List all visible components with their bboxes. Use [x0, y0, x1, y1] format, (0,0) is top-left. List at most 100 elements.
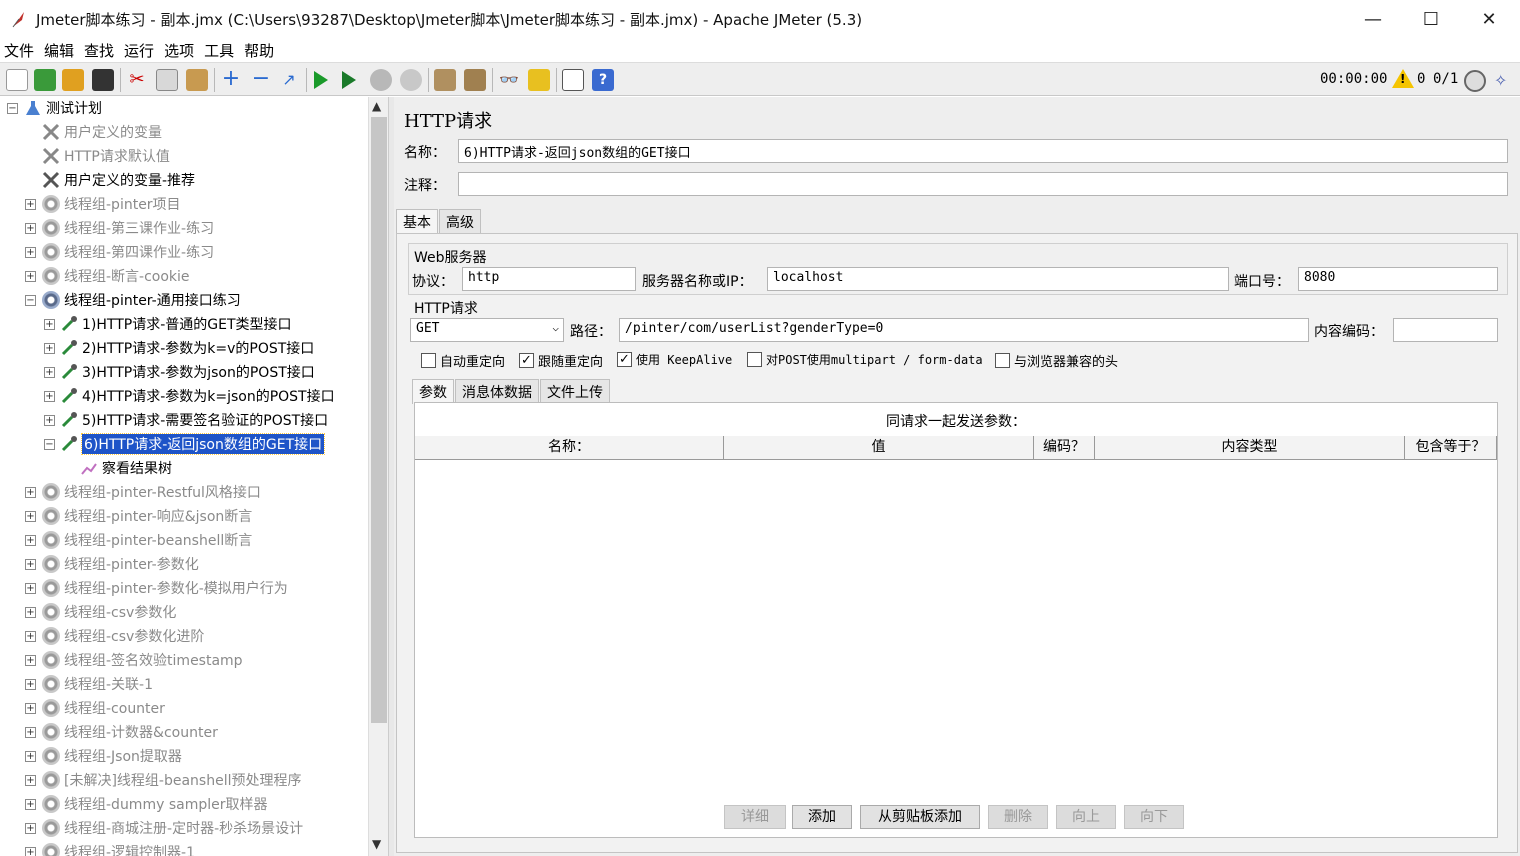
expand-toggle[interactable]: +	[25, 559, 36, 570]
tab-parameters[interactable]: 参数	[412, 379, 454, 404]
tree-item-thread-group[interactable]: 线程组-pinter-beanshell断言	[42, 529, 252, 551]
collapse-icon[interactable]: −	[250, 68, 272, 91]
delete-button[interactable]: 删除	[988, 805, 1048, 829]
move-up-button[interactable]: 向上	[1056, 805, 1116, 829]
column-encode[interactable]: 编码？	[1034, 436, 1095, 460]
tree-item-sampler[interactable]: 1)HTTP请求-普通的GET类型接口	[60, 313, 292, 335]
keepalive-checkbox[interactable]: ✓ 使用 KeepAlive	[617, 351, 732, 368]
port-field[interactable]: 8080	[1298, 267, 1498, 291]
server-field[interactable]: localhost	[767, 267, 1229, 291]
expand-icon[interactable]: +	[220, 68, 242, 91]
detail-button[interactable]: 详细	[724, 805, 786, 829]
expand-toggle[interactable]: +	[25, 223, 36, 234]
comment-field[interactable]	[458, 172, 1508, 196]
menu-edit[interactable]: 编辑	[44, 40, 74, 61]
expand-toggle[interactable]: +	[44, 319, 55, 330]
add-from-clipboard-button[interactable]: 从剪贴板添加	[860, 805, 980, 829]
expand-toggle[interactable]: +	[25, 535, 36, 546]
expand-toggle[interactable]: +	[25, 487, 36, 498]
menu-run[interactable]: 运行	[124, 40, 154, 61]
browser-headers-checkbox[interactable]: 与浏览器兼容的头	[995, 351, 1118, 370]
path-field[interactable]: /pinter/com/userList?genderType=0	[619, 318, 1309, 342]
start-icon[interactable]	[314, 71, 328, 89]
column-content-type[interactable]: 内容类型	[1095, 436, 1405, 460]
tree-scrollbar[interactable]: ▲ ▼	[368, 97, 388, 856]
tree-item-thread-group-active[interactable]: 线程组-pinter-通用接口练习	[42, 289, 241, 311]
expand-toggle[interactable]: +	[44, 367, 55, 378]
menu-search[interactable]: 查找	[84, 40, 114, 61]
expand-toggle[interactable]: +	[25, 583, 36, 594]
expand-toggle[interactable]: +	[25, 823, 36, 834]
name-field[interactable]: 6)HTTP请求-返回json数组的GET接口	[458, 139, 1508, 163]
paste-icon[interactable]	[186, 69, 208, 91]
tree-item-thread-group[interactable]: 线程组-pinter-参数化	[42, 553, 199, 575]
expand-toggle[interactable]: +	[25, 775, 36, 786]
expand-toggle[interactable]: +	[25, 631, 36, 642]
multipart-checkbox[interactable]: 对POST使用multipart / form-data	[747, 351, 983, 368]
menu-file[interactable]: 文件	[4, 40, 34, 61]
tab-file-upload[interactable]: 文件上传	[540, 379, 610, 404]
tab-advanced[interactable]: 高级	[439, 209, 481, 234]
tree-item-sampler[interactable]: 4)HTTP请求-参数为k=json的POST接口	[60, 385, 335, 407]
tree-item-thread-group[interactable]: 线程组-逻辑控制器-1	[42, 841, 195, 856]
expand-toggle[interactable]: +	[25, 247, 36, 258]
follow-redirect-checkbox[interactable]: ✓ 跟随重定向	[519, 351, 603, 370]
column-value[interactable]: 值	[724, 436, 1034, 460]
protocol-field[interactable]: http	[462, 267, 636, 291]
log-viewer-icon[interactable]: ✧	[1494, 71, 1507, 90]
minimize-button[interactable]: —	[1344, 0, 1402, 38]
tree-item-sampler[interactable]: 3)HTTP请求-参数为json的POST接口	[60, 361, 315, 383]
tree-item-thread-group[interactable]: 线程组-pinter-Restful风格接口	[42, 481, 261, 503]
tree-item-thread-group[interactable]: 线程组-Json提取器	[42, 745, 182, 767]
tree-item-result-tree[interactable]: 察看结果树	[80, 457, 172, 479]
expand-toggle[interactable]: +	[25, 655, 36, 666]
tree-item-thread-group[interactable]: 线程组-商城注册-定时器-秒杀场景设计	[42, 817, 303, 839]
shutdown-icon[interactable]	[400, 69, 422, 91]
save-icon[interactable]	[92, 69, 114, 91]
collapse-toggle[interactable]: −	[25, 295, 36, 306]
scroll-down-icon[interactable]: ▼	[372, 837, 381, 851]
auto-redirect-checkbox[interactable]: 自动重定向	[421, 351, 505, 370]
tree-item-sampler-selected[interactable]: 6)HTTP请求-返回json数组的GET接口	[60, 433, 326, 455]
tree-item-user-vars[interactable]: 用户定义的变量	[42, 121, 162, 143]
expand-toggle[interactable]: +	[25, 607, 36, 618]
expand-toggle[interactable]: +	[25, 703, 36, 714]
stop-icon[interactable]	[370, 69, 392, 91]
expand-toggle[interactable]: +	[25, 727, 36, 738]
scroll-up-icon[interactable]: ▲	[372, 99, 381, 113]
tree-item-thread-group[interactable]: 线程组-签名效验timestamp	[42, 649, 243, 671]
tree-item-thread-group[interactable]: 线程组-第三课作业-练习	[42, 217, 214, 239]
expand-toggle[interactable]: +	[44, 391, 55, 402]
menu-help[interactable]: 帮助	[244, 40, 274, 61]
tree-item-thread-group[interactable]: [未解决]线程组-beanshell预处理程序	[42, 769, 302, 791]
column-include-equals[interactable]: 包含等于？	[1405, 436, 1497, 460]
method-select[interactable]: GET ⌵	[410, 318, 564, 342]
expand-toggle[interactable]: +	[25, 679, 36, 690]
expand-toggle[interactable]: +	[25, 751, 36, 762]
tab-body-data[interactable]: 消息体数据	[455, 379, 539, 404]
column-name[interactable]: 名称：	[415, 436, 724, 460]
tree-item-thread-group[interactable]: 线程组-pinter-参数化-模拟用户行为	[42, 577, 288, 599]
expand-toggle[interactable]: +	[25, 799, 36, 810]
reset-search-icon[interactable]	[528, 69, 550, 91]
scroll-thumb[interactable]	[371, 117, 387, 723]
collapse-toggle[interactable]: −	[44, 439, 55, 450]
tab-basic[interactable]: 基本	[396, 209, 438, 234]
tree-item-thread-group[interactable]: 线程组-counter	[42, 697, 165, 719]
move-down-button[interactable]: 向下	[1124, 805, 1184, 829]
tree-item-thread-group[interactable]: 线程组-pinter项目	[42, 193, 181, 215]
encoding-field[interactable]	[1393, 318, 1498, 342]
tree-item-thread-group[interactable]: 线程组-dummy sampler取样器	[42, 793, 267, 815]
expand-toggle[interactable]: +	[44, 415, 55, 426]
expand-toggle[interactable]: +	[25, 271, 36, 282]
tree-item-thread-group[interactable]: 线程组-第四课作业-练习	[42, 241, 214, 263]
tree-item-sampler[interactable]: 5)HTTP请求-需要签名验证的POST接口	[60, 409, 328, 431]
add-button[interactable]: 添加	[792, 805, 852, 829]
start-no-pause-icon[interactable]	[342, 71, 356, 89]
collapse-toggle[interactable]: −	[7, 103, 18, 114]
tree-item-thread-group[interactable]: 线程组-断言-cookie	[42, 265, 190, 287]
tree-item-user-vars-recommended[interactable]: 用户定义的变量-推荐	[42, 169, 195, 191]
clear-all-icon[interactable]	[464, 69, 486, 91]
clear-icon[interactable]	[434, 69, 456, 91]
binoculars-icon[interactable]: 👓	[498, 69, 520, 91]
